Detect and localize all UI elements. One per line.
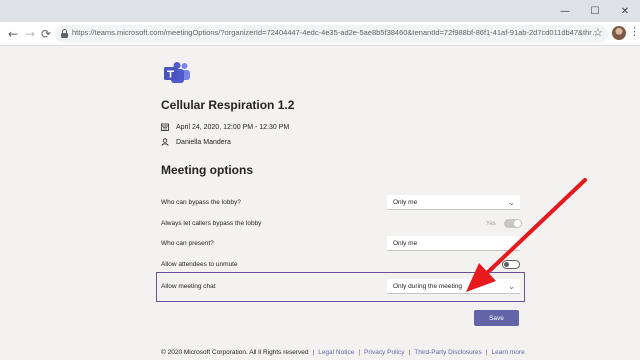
address-bar[interactable]: https://teams.microsoft.com/meetingOptio… xyxy=(55,25,608,43)
meeting-chat-select[interactable]: Only during the meeting ⌄ xyxy=(387,279,520,294)
callers-bypass-label: Always let callers bypass the lobby xyxy=(161,220,262,227)
person-icon xyxy=(161,138,169,146)
lock-icon xyxy=(61,29,68,38)
callers-bypass-state: Yes xyxy=(486,220,496,227)
close-button[interactable]: ✕ xyxy=(610,0,640,22)
calendar-icon xyxy=(161,123,169,131)
bypass-lobby-value: Only me xyxy=(393,199,418,206)
meeting-organizer-row: Daniella Mandera xyxy=(161,138,231,146)
learn-more-link[interactable]: Learn more xyxy=(491,349,524,356)
back-button[interactable]: ← xyxy=(4,25,22,43)
chevron-down-icon: ⌄ xyxy=(508,282,515,291)
bypass-lobby-select[interactable]: Only me ⌄ xyxy=(387,195,520,210)
bypass-lobby-label: Who can bypass the lobby? xyxy=(161,199,241,206)
meeting-organizer: Daniella Mandera xyxy=(176,138,231,146)
who-present-label: Who can present? xyxy=(161,240,214,247)
callers-bypass-toggle-group: Yes xyxy=(486,219,522,228)
profile-avatar[interactable] xyxy=(612,26,626,40)
reload-button[interactable]: ⟳ xyxy=(37,25,55,43)
minimize-button[interactable]: — xyxy=(550,0,580,22)
meeting-chat-label: Allow meeting chat xyxy=(161,283,216,290)
legal-notice-link[interactable]: Legal Notice xyxy=(318,349,354,356)
chevron-down-icon: ⌄ xyxy=(508,198,515,207)
meeting-title: Cellular Respiration 1.2 xyxy=(161,98,295,112)
window-title-bar: — ☐ ✕ xyxy=(0,0,640,22)
attendees-unmute-toggle[interactable] xyxy=(502,260,520,269)
meeting-datetime: April 24, 2020, 12:00 PM - 12:30 PM xyxy=(176,123,290,131)
browser-toolbar: ← → ⟳ https://teams.microsoft.com/meetin… xyxy=(0,22,640,46)
save-button[interactable]: Save xyxy=(474,310,519,326)
annotation-arrow-icon xyxy=(466,178,587,292)
browser-menu-icon[interactable]: ⋮ xyxy=(629,26,640,38)
who-present-value: Only me xyxy=(393,240,418,247)
teams-logo-icon xyxy=(163,62,191,84)
attendees-unmute-toggle-group xyxy=(502,260,520,269)
third-party-link[interactable]: Third-Party Disclosures xyxy=(414,349,482,356)
bookmark-star-icon[interactable]: ☆ xyxy=(593,26,603,39)
address-url[interactable]: https://teams.microsoft.com/meetingOptio… xyxy=(72,28,602,37)
who-present-select[interactable]: Only me xyxy=(387,236,520,251)
maximize-button[interactable]: ☐ xyxy=(580,0,610,22)
footer-copyright: © 2020 Microsoft Corporation. All ll Rig… xyxy=(161,349,309,356)
attendees-unmute-label: Allow attendees to unmute xyxy=(161,261,238,268)
footer: © 2020 Microsoft Corporation. All ll Rig… xyxy=(161,349,525,356)
privacy-policy-link[interactable]: Privacy Policy xyxy=(364,349,404,356)
callers-bypass-toggle[interactable] xyxy=(503,219,522,228)
meeting-chat-value: Only during the meeting xyxy=(393,283,463,290)
section-title: Meeting options xyxy=(161,163,253,177)
meeting-datetime-row: April 24, 2020, 12:00 PM - 12:30 PM xyxy=(161,123,289,131)
